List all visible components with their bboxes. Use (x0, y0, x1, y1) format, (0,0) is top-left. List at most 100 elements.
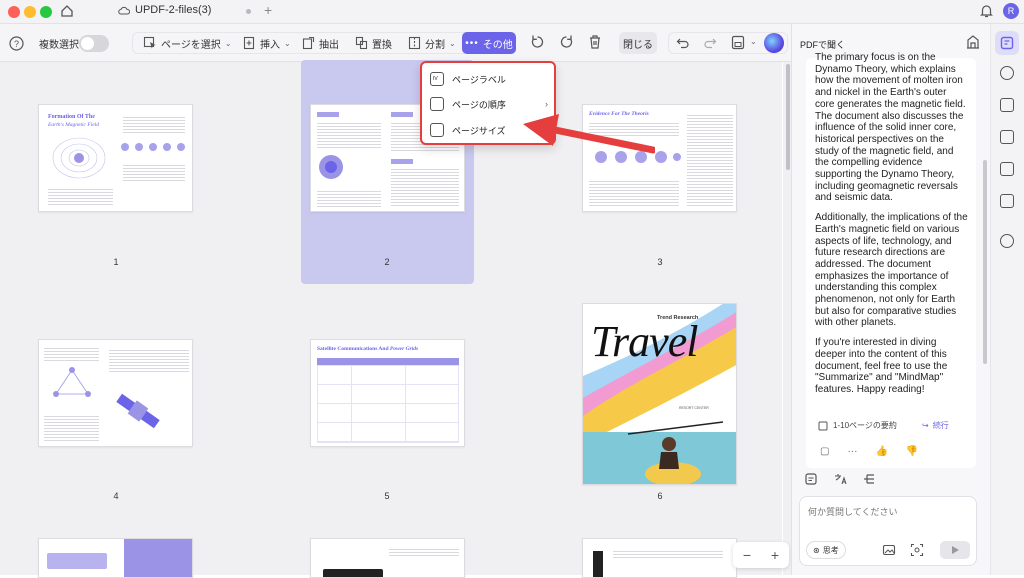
trash-icon[interactable] (588, 34, 602, 50)
page-thumbnail-8[interactable] (310, 538, 465, 578)
title-bar: UPDF-2-files(3) + R (0, 0, 1024, 24)
mindmap-icon[interactable] (862, 472, 876, 486)
document-tab[interactable]: UPDF-2-files(3) (118, 4, 211, 16)
page-number-6: 6 (657, 491, 663, 501)
select-page-button[interactable]: ページを選択 ⌄ (143, 31, 232, 55)
split-button[interactable]: 分割 ⌄ (408, 31, 456, 55)
home-icon[interactable] (60, 4, 74, 18)
ai-assistant-icon[interactable] (764, 33, 784, 53)
extract-icon (302, 36, 315, 50)
minimize-window-button[interactable] (24, 6, 36, 18)
more-label: その他 (482, 39, 513, 51)
replace-button[interactable]: 置換 (355, 31, 392, 55)
page-number-2: 2 (384, 257, 390, 267)
insert-label: 挿入 (260, 39, 280, 51)
extract-label: 抽出 (319, 39, 339, 51)
page-thumbnail-6[interactable]: Travel Trend Research RESORT CENTER (582, 303, 737, 485)
close-page-tools-button[interactable]: 閉じる (619, 32, 657, 54)
bell-icon[interactable] (980, 4, 993, 18)
page-grid-scroll-thumb[interactable] (786, 64, 790, 170)
maximize-window-button[interactable] (40, 6, 52, 18)
chat-input-placeholder: 何か質問してください (808, 507, 898, 517)
help-icon[interactable]: ? (9, 36, 24, 51)
emoji-icon[interactable] (1000, 66, 1014, 80)
page-thumbnail-1[interactable]: Formation Of The Earth's Magnetic Field (38, 104, 193, 212)
insert-button[interactable]: 挿入 ⌄ (243, 31, 291, 55)
thumbs-up-icon[interactable]: 👍 (875, 446, 887, 457)
chat-input-box[interactable]: 何か質問してください ⊛ 思考 (799, 496, 977, 566)
continue-arrow-icon: ↪ (922, 421, 929, 430)
rotate-right-icon[interactable] (559, 34, 574, 50)
ai-paragraph: If you're interested in diving deeper in… (815, 337, 948, 395)
document-tab-title: UPDF-2-files(3) (135, 4, 212, 16)
menu-item-page-label[interactable]: IV ページラベル (430, 68, 548, 90)
zoom-control: − + (733, 542, 789, 568)
page-thumbnail-7[interactable] (38, 538, 193, 578)
page-6-subtitle: Trend Research (657, 315, 699, 321)
more-dots-icon: ••• (465, 37, 479, 49)
cursor-icon (143, 36, 156, 49)
text-convert-icon[interactable] (1000, 130, 1014, 144)
cloud-icon (118, 6, 130, 15)
translate-icon[interactable] (833, 472, 847, 486)
multi-select-toggle[interactable] (79, 35, 109, 52)
multi-select-label: 複数選択 (39, 39, 79, 51)
chevron-down-icon[interactable]: ⌄ (750, 37, 757, 46)
unsaved-dot (246, 9, 251, 14)
replace-label: 置換 (372, 39, 392, 51)
menu-item-page-order-text: ページの順序 (452, 99, 506, 110)
panel-scroll-thumb[interactable] (983, 160, 987, 364)
save-icon[interactable] (731, 35, 745, 50)
send-icon (952, 546, 959, 554)
continue-button[interactable]: ↪ 続行 (922, 420, 949, 431)
image-upload-icon[interactable] (882, 543, 896, 557)
user-avatar[interactable]: R (1003, 3, 1019, 19)
settings-icon[interactable] (1000, 234, 1014, 248)
panel-header: PDFで聞く (800, 40, 846, 50)
page-label-icon: IV (430, 72, 444, 86)
close-label: 閉じる (623, 39, 653, 51)
close-window-button[interactable] (8, 6, 20, 18)
rotate-left-icon[interactable] (530, 34, 545, 50)
new-tab-button[interactable]: + (264, 2, 272, 18)
more-button[interactable]: ••• その他 (462, 32, 516, 54)
ai-chat-icon (1000, 36, 1014, 50)
page-1-title: Formation Of The (48, 114, 95, 120)
zoom-out-button[interactable]: − (743, 547, 751, 563)
undo-icon[interactable] (676, 36, 690, 49)
earth-diagram-image (52, 137, 106, 179)
annotation-arrow (523, 114, 655, 154)
copy-icon[interactable]: ▢ (820, 446, 829, 457)
building-icon[interactable] (965, 34, 981, 50)
insert-icon (243, 36, 255, 50)
summarize-icon[interactable] (804, 472, 818, 486)
page-thumbnail-5[interactable]: Satellite Communications And Power Grids (310, 339, 465, 447)
network-diagram-image (53, 367, 91, 397)
extract-button[interactable]: 抽出 (302, 31, 339, 55)
select-page-label: ページを選択 (161, 39, 221, 51)
more-actions-icon[interactable]: ··· (847, 446, 857, 457)
ocr-icon[interactable] (1000, 98, 1014, 112)
continue-label: 続行 (932, 421, 949, 430)
chevron-right-icon: › (545, 99, 548, 109)
page-5-title: Satellite Communications And (317, 346, 389, 352)
page-thumbnail-4[interactable] (38, 339, 193, 447)
zoom-in-button[interactable]: + (771, 547, 779, 563)
redo-icon[interactable] (703, 36, 717, 49)
page-6-title: Travel (591, 317, 698, 366)
thumbs-down-icon[interactable]: 👎 (906, 446, 918, 457)
screenshot-icon[interactable] (910, 543, 924, 557)
book-icon[interactable] (1000, 194, 1014, 208)
think-label: 思考 (822, 545, 839, 555)
summary-link[interactable]: 1-10ページの要約 (818, 420, 897, 431)
send-button[interactable] (940, 541, 970, 559)
satellite-image (116, 393, 160, 429)
think-button[interactable]: ⊛ 思考 (806, 541, 846, 559)
chevron-down-icon: ⌄ (224, 38, 232, 48)
chevron-down-icon: ⌄ (284, 38, 291, 48)
page-thumbnail-9[interactable] (582, 538, 737, 578)
split-icon (408, 36, 421, 50)
page-number-5: 5 (384, 491, 390, 501)
page-number-4: 4 (113, 491, 119, 501)
sticky-note-icon[interactable] (1000, 162, 1014, 176)
